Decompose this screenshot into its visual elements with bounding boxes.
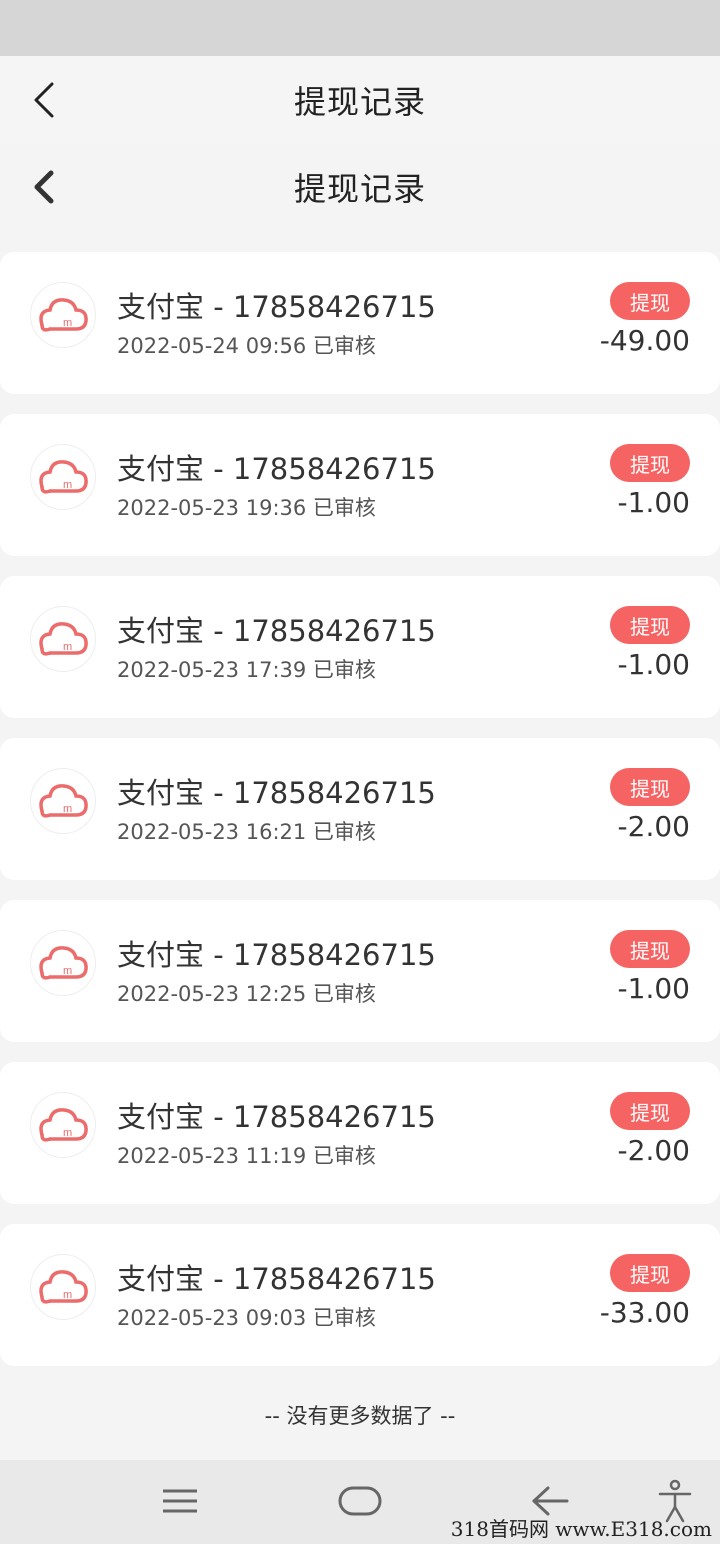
record-account: 支付宝 - 17858426715	[117, 614, 436, 648]
recent-apps-button[interactable]	[150, 1476, 210, 1526]
record-datetime: 2022-05-23 19:36 已审核	[117, 496, 376, 520]
record-account: 支付宝 - 17858426715	[117, 1100, 436, 1134]
record-amount: -2.00	[617, 810, 690, 843]
menu-icon	[163, 1489, 197, 1513]
record-datetime: 2022-05-23 16:21 已审核	[117, 820, 376, 844]
record-amount: -1.00	[617, 486, 690, 519]
record-card[interactable]: m 支付宝 - 17858426715 2022-05-24 09:56 已审核…	[0, 252, 720, 394]
svg-text:m: m	[63, 641, 72, 653]
status-badge: 提现	[610, 768, 690, 806]
svg-text:m: m	[63, 1127, 72, 1139]
system-nav-bar: 318首码网 www.E318.com	[0, 1460, 720, 1544]
record-card[interactable]: m 支付宝 - 17858426715 2022-05-23 19:36 已审核…	[0, 414, 720, 556]
status-badge: 提现	[610, 606, 690, 644]
svg-text:m: m	[63, 317, 72, 329]
cloud-logo-icon: m	[30, 930, 96, 996]
svg-text:m: m	[63, 803, 72, 815]
svg-text:m: m	[63, 479, 72, 491]
record-account: 支付宝 - 17858426715	[117, 452, 436, 486]
page-title: 提现记录	[293, 83, 426, 121]
record-datetime: 2022-05-23 17:39 已审核	[117, 658, 376, 682]
status-badge: 提现	[610, 1254, 690, 1292]
cloud-logo-icon: m	[30, 444, 96, 510]
record-datetime: 2022-05-23 11:19 已审核	[117, 1144, 376, 1168]
record-card[interactable]: m 支付宝 - 17858426715 2022-05-23 09:03 已审核…	[0, 1224, 720, 1366]
cloud-logo-icon: m	[30, 1254, 96, 1320]
cloud-logo-icon: m	[30, 606, 96, 672]
svg-text:m: m	[63, 1289, 72, 1301]
inner-header: 提现记录	[0, 144, 720, 230]
cloud-logo-icon: m	[30, 1092, 96, 1158]
record-amount: -2.00	[617, 1134, 690, 1167]
inner-back-button[interactable]	[26, 165, 62, 209]
back-button[interactable]	[26, 78, 62, 122]
status-badge: 提现	[610, 444, 690, 482]
status-badge: 提现	[610, 282, 690, 320]
record-account: 支付宝 - 17858426715	[117, 1262, 436, 1296]
record-datetime: 2022-05-24 09:56 已审核	[117, 334, 376, 358]
record-amount: -33.00	[599, 1296, 690, 1329]
record-card[interactable]: m 支付宝 - 17858426715 2022-05-23 11:19 已审核…	[0, 1062, 720, 1204]
top-header: 提现记录	[0, 56, 720, 144]
record-account: 支付宝 - 17858426715	[117, 938, 436, 972]
svg-text:m: m	[63, 965, 72, 977]
record-card[interactable]: m 支付宝 - 17858426715 2022-05-23 16:21 已审核…	[0, 738, 720, 880]
record-amount: -1.00	[617, 648, 690, 681]
cloud-logo-icon: m	[30, 282, 96, 348]
chevron-left-icon	[34, 170, 54, 204]
inner-page-title: 提现记录	[293, 170, 426, 208]
chevron-left-icon	[34, 82, 54, 118]
home-pill-icon	[338, 1486, 382, 1516]
status-badge: 提现	[610, 1092, 690, 1130]
home-button[interactable]	[330, 1476, 390, 1526]
status-badge: 提现	[610, 930, 690, 968]
record-datetime: 2022-05-23 12:25 已审核	[117, 982, 376, 1006]
cloud-logo-icon: m	[30, 768, 96, 834]
watermark-text: 318首码网 www.E318.com	[450, 1517, 712, 1541]
status-bar	[0, 0, 720, 56]
record-card[interactable]: m 支付宝 - 17858426715 2022-05-23 17:39 已审核…	[0, 576, 720, 718]
no-more-data-text: -- 没有更多数据了 --	[264, 1404, 456, 1428]
record-account: 支付宝 - 17858426715	[117, 290, 436, 324]
record-amount: -49.00	[599, 324, 690, 357]
record-card[interactable]: m 支付宝 - 17858426715 2022-05-23 12:25 已审核…	[0, 900, 720, 1042]
record-account: 支付宝 - 17858426715	[117, 776, 436, 810]
record-amount: -1.00	[617, 972, 690, 1005]
record-datetime: 2022-05-23 09:03 已审核	[117, 1306, 376, 1330]
